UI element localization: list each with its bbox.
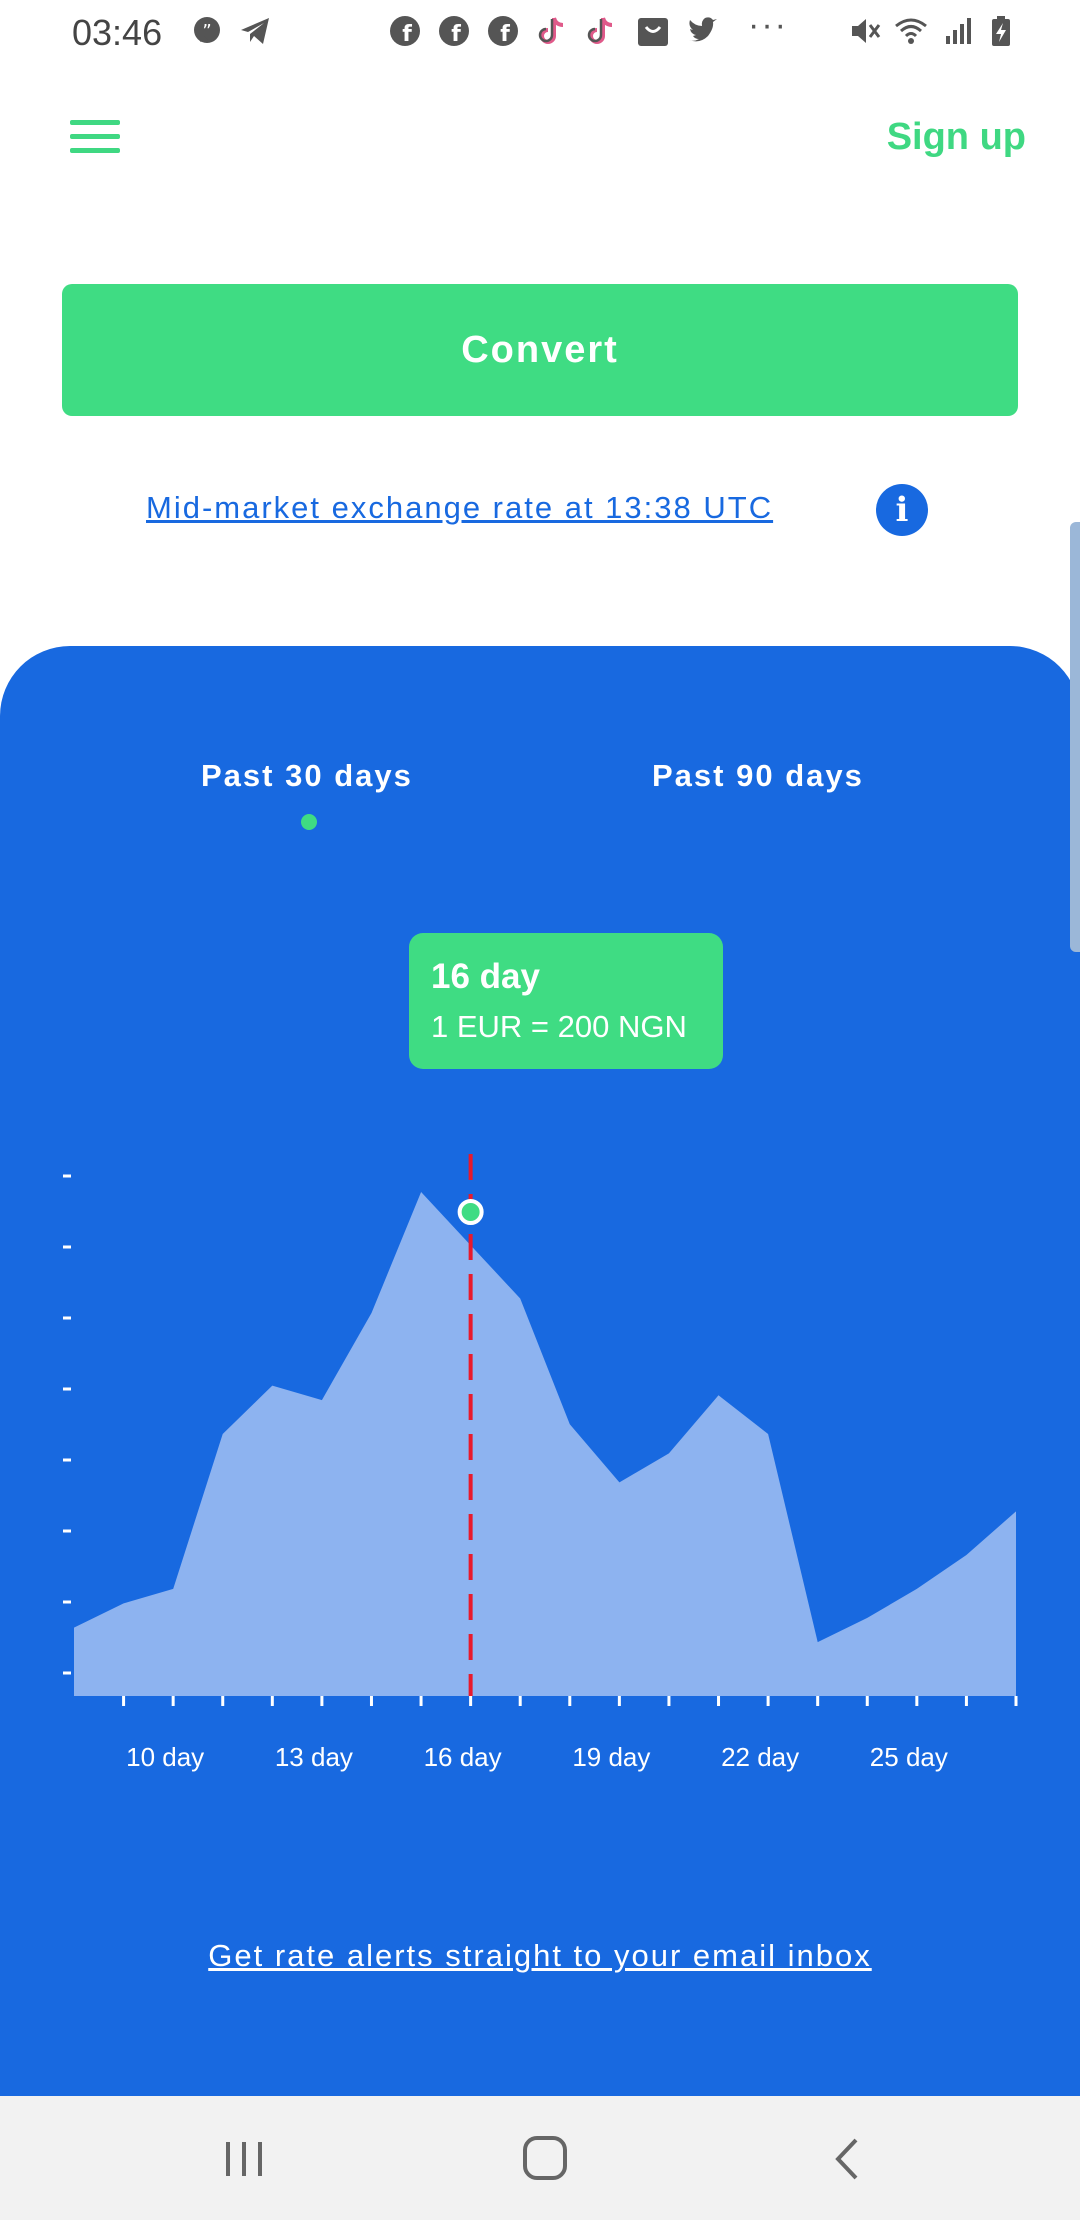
x-axis-label: 19 day: [572, 1742, 650, 1772]
sign-up-link[interactable]: Sign up: [887, 116, 1026, 159]
x-axis-label: 25 day: [870, 1742, 948, 1772]
signal-icon: [946, 18, 971, 44]
tiktok-icon: [587, 17, 613, 44]
hamburger-menu-icon[interactable]: [70, 118, 122, 158]
rate-area-series: [74, 1192, 1016, 1696]
facebook-icon: f: [439, 16, 469, 47]
svg-text:”: ”: [202, 21, 211, 42]
mute-icon: [852, 19, 881, 43]
rate-alerts-link[interactable]: Get rate alerts straight to your email i…: [0, 1938, 1080, 1974]
x-axis-label: 10 day: [126, 1742, 204, 1772]
wifi-icon: [895, 18, 927, 44]
status-time: 03:46: [72, 12, 163, 53]
system-navigation-bar: [0, 2096, 1080, 2220]
convert-button[interactable]: Convert: [62, 284, 1018, 416]
mid-market-rate-link[interactable]: Mid-market exchange rate at 13:38 UTC: [146, 490, 773, 526]
tooltip-date: 16 day: [431, 957, 540, 996]
chart-tooltip: 16 day 1 EUR = 200 NGN: [409, 933, 723, 1069]
rate-history-chart[interactable]: 10 day 13 day 16 day 19 day 22 day 25 day: [0, 646, 1080, 2096]
back-icon[interactable]: [818, 2132, 878, 2186]
status-bar: 03:46 ” f f f ···: [0, 0, 1080, 64]
more-notifications-icon: ···: [748, 6, 788, 44]
svg-text:f: f: [402, 22, 412, 47]
page-scrollbar[interactable]: [1070, 522, 1080, 952]
x-axis-label: 16 day: [424, 1742, 502, 1772]
svg-text:f: f: [500, 22, 510, 47]
recent-apps-icon[interactable]: [214, 2132, 274, 2186]
x-axis-label: 22 day: [721, 1742, 799, 1772]
facebook-icon: f: [390, 16, 420, 47]
facebook-icon: f: [488, 16, 518, 47]
telegram-icon: [241, 18, 269, 44]
battery-charging-icon: [992, 16, 1010, 46]
tiktok-icon: [538, 17, 564, 44]
rate-chart-panel: Past 30 days Past 90 days 10 day 13 day 16…: [0, 646, 1080, 2096]
x-axis-label: 13 day: [275, 1742, 353, 1772]
shop-bag-icon: [638, 18, 668, 46]
svg-text:f: f: [451, 22, 461, 47]
selected-point-marker: [457, 1199, 484, 1225]
quote-chat-icon: ”: [194, 17, 220, 43]
tooltip-rate: 1 EUR = 200 NGN: [431, 1009, 687, 1044]
home-icon[interactable]: [515, 2132, 575, 2186]
twitter-icon: [689, 17, 717, 42]
info-icon[interactable]: i: [876, 484, 928, 536]
